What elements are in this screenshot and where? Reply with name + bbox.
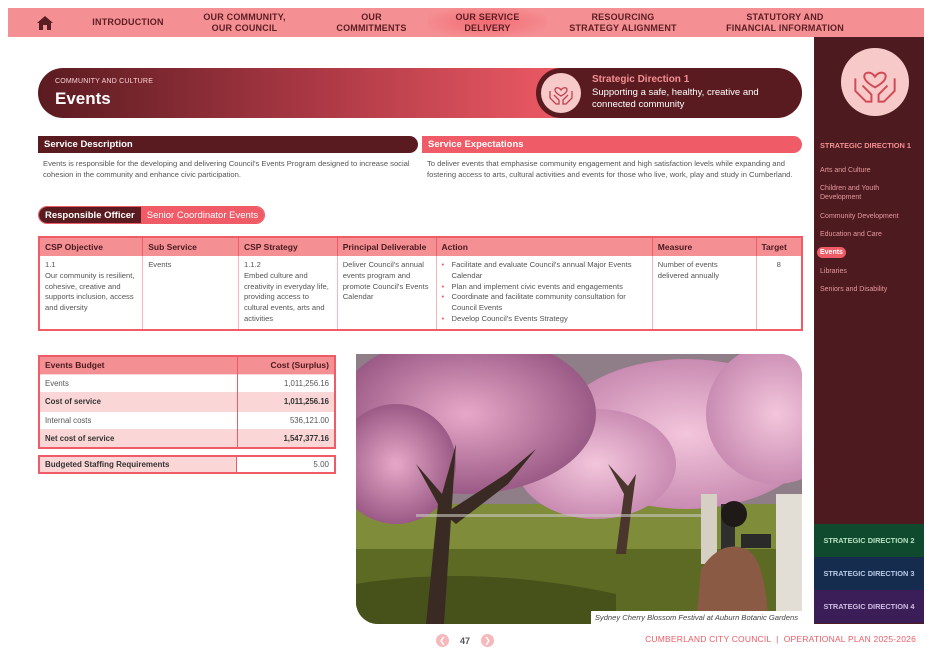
budget-row-label: Events — [39, 373, 237, 393]
hands-heart-icon — [541, 73, 581, 113]
budget-header-value: Cost (Surplus) — [236, 356, 335, 374]
page-title: Events — [55, 89, 111, 108]
sidebar-item-arts-and-culture[interactable]: Arts and Culture — [820, 166, 920, 175]
csp-header-action: Action — [436, 237, 653, 256]
service-description-heading: Service Description — [38, 136, 418, 153]
nav-our-commitments[interactable]: OUR COMMITMENTS — [315, 12, 428, 34]
service-expectations-heading: Service Expectations — [422, 136, 802, 153]
nav-resourcing-strategy[interactable]: RESOURCING STRATEGY ALIGNMENT — [547, 12, 699, 34]
footer-title: CUMBERLAND CITY COUNCIL | OPERATIONAL PL… — [645, 634, 916, 644]
budget-header-row: Events Budget Cost (Surplus) — [39, 356, 335, 374]
csp-header-target: Target — [756, 237, 802, 256]
table-row: Events 1,011,256.16 — [39, 373, 335, 393]
strategic-direction-2-button[interactable]: STRATEGIC DIRECTION 2 — [814, 524, 924, 557]
responsible-officer-value: Senior Coordinator Events — [140, 207, 265, 223]
list-item: Coordinate and facilitate community cons… — [442, 292, 647, 314]
photo-caption: Sydney Cherry Blossom Festival at Auburn… — [590, 611, 802, 624]
service-description-text: Events is responsible for the developing… — [43, 159, 410, 179]
table-row: 1.1 Our community is resilient, cohesive… — [39, 256, 802, 330]
sidebar-item-events[interactable]: Events — [817, 247, 846, 258]
csp-table-header-row: CSP Objective Sub Service CSP Strategy P… — [39, 237, 802, 256]
list-item: Develop Council's Events Strategy — [442, 314, 647, 325]
csp-header-sub-service: Sub Service — [142, 237, 239, 256]
cherry-blossom-image — [356, 354, 802, 624]
budget-row-label: Cost of service — [39, 392, 237, 411]
staffing-value: 5.00 — [236, 457, 334, 472]
csp-header-objective: CSP Objective — [39, 237, 144, 256]
csp-table: CSP Objective Sub Service CSP Strategy P… — [38, 236, 803, 331]
sidebar-item-community-development[interactable]: Community Development — [820, 212, 920, 221]
service-expectations-text: To deliver events that emphasise communi… — [427, 159, 793, 179]
csp-strategy-code: 1.1.2 — [243, 260, 261, 269]
next-page-button[interactable]: ❯ — [481, 634, 495, 647]
csp-measure-cell: Number of events delivered annually — [652, 256, 757, 330]
previous-page-button[interactable]: ❮ — [436, 634, 449, 647]
nav-our-community[interactable]: OUR COMMUNITY, OUR COUNCIL — [174, 12, 315, 34]
strategic-direction-3-button[interactable]: STRATEGIC DIRECTION 3 — [814, 557, 924, 590]
staffing-requirements: Budgeted Staffing Requirements 5.00 — [38, 455, 336, 474]
responsible-officer: Responsible Officer Senior Coordinator E… — [38, 206, 266, 224]
csp-sub-service-cell: Events — [142, 256, 239, 330]
strategic-direction-pill: Strategic Direction 1 Supporting a safe,… — [536, 68, 802, 118]
budget-header-label: Events Budget — [39, 356, 237, 374]
csp-header-deliverable: Principal Deliverable — [337, 237, 437, 256]
table-row: Internal costs 536,121.00 — [39, 410, 335, 430]
responsible-officer-label: Responsible Officer — [39, 207, 141, 223]
strategic-direction-title: Strategic Direction 1 — [592, 74, 690, 85]
sidebar-item-children-youth[interactable]: Children and Youth Development — [820, 184, 920, 202]
nav-introduction[interactable]: INTRODUCTION — [82, 17, 174, 28]
csp-objective-code: 1.1 — [45, 260, 56, 269]
csp-target-cell: 8 — [776, 260, 781, 269]
csp-header-strategy: CSP Strategy — [238, 237, 338, 256]
list-item: Plan and implement civic events and enga… — [442, 282, 647, 293]
event-photo: Sydney Cherry Blossom Festival at Auburn… — [356, 354, 802, 624]
home-icon — [37, 15, 53, 30]
budget-row-label: Net cost of service — [39, 429, 237, 448]
budget-row-value: 1,011,256.16 — [236, 392, 335, 411]
page-number: 47 — [460, 635, 471, 646]
budget-row-value: 536,121.00 — [236, 410, 335, 430]
csp-deliverable-cell: Deliver Council's annual events program … — [337, 256, 437, 330]
csp-objective-text: Our community is resilient, cohesive, cr… — [45, 270, 135, 313]
sidebar-item-seniors-disability[interactable]: Seniors and Disability — [820, 285, 920, 294]
sidebar-item-education-care[interactable]: Education and Care — [820, 230, 920, 239]
csp-strategy-cell: 1.1.2 Embed culture and creativity in ev… — [238, 256, 338, 330]
table-row: Net cost of service 1,547,377.16 — [39, 429, 335, 448]
list-item: Facilitate and evaluate Council's annual… — [442, 260, 647, 282]
table-row: Cost of service 1,011,256.16 — [39, 392, 335, 411]
strategic-direction-4-button[interactable]: STRATEGIC DIRECTION 4 — [814, 590, 924, 623]
budget-row-label: Internal costs — [39, 410, 237, 430]
nav-statutory-financial[interactable]: STATUTORY AND FINANCIAL INFORMATION — [699, 12, 871, 34]
section-eyebrow: COMMUNITY AND CULTURE — [55, 78, 154, 85]
chevron-right-icon: ❯ — [484, 636, 491, 645]
home-button[interactable] — [8, 8, 82, 37]
csp-objective-cell: 1.1 Our community is resilient, cohesive… — [39, 256, 144, 330]
csp-header-measure: Measure — [652, 237, 757, 256]
budget-table: Events Budget Cost (Surplus) Events 1,01… — [38, 355, 336, 449]
top-navigation: INTRODUCTION OUR COMMUNITY, OUR COUNCIL … — [8, 8, 924, 37]
csp-strategy-text: Embed culture and creativity in everyday… — [243, 270, 329, 323]
hands-heart-icon — [841, 48, 909, 116]
budget-row-value: 1,547,377.16 — [236, 429, 335, 448]
csp-action-cell: Facilitate and evaluate Council's annual… — [436, 256, 653, 330]
budget-row-value: 1,011,256.16 — [236, 373, 335, 393]
sidebar-item-libraries[interactable]: Libraries — [820, 267, 920, 276]
strategic-direction-text: Supporting a safe, healthy, creative and… — [592, 87, 759, 110]
staffing-label: Budgeted Staffing Requirements — [40, 457, 236, 472]
sidebar-heading: STRATEGIC DIRECTION 1 — [820, 141, 912, 150]
chevron-left-icon: ❮ — [439, 636, 446, 645]
action-list: Facilitate and evaluate Council's annual… — [442, 260, 647, 325]
page-navigation: ❮ 47 ❯ — [436, 634, 495, 647]
nav-our-service-delivery[interactable]: OUR SERVICE DELIVERY — [428, 8, 547, 37]
